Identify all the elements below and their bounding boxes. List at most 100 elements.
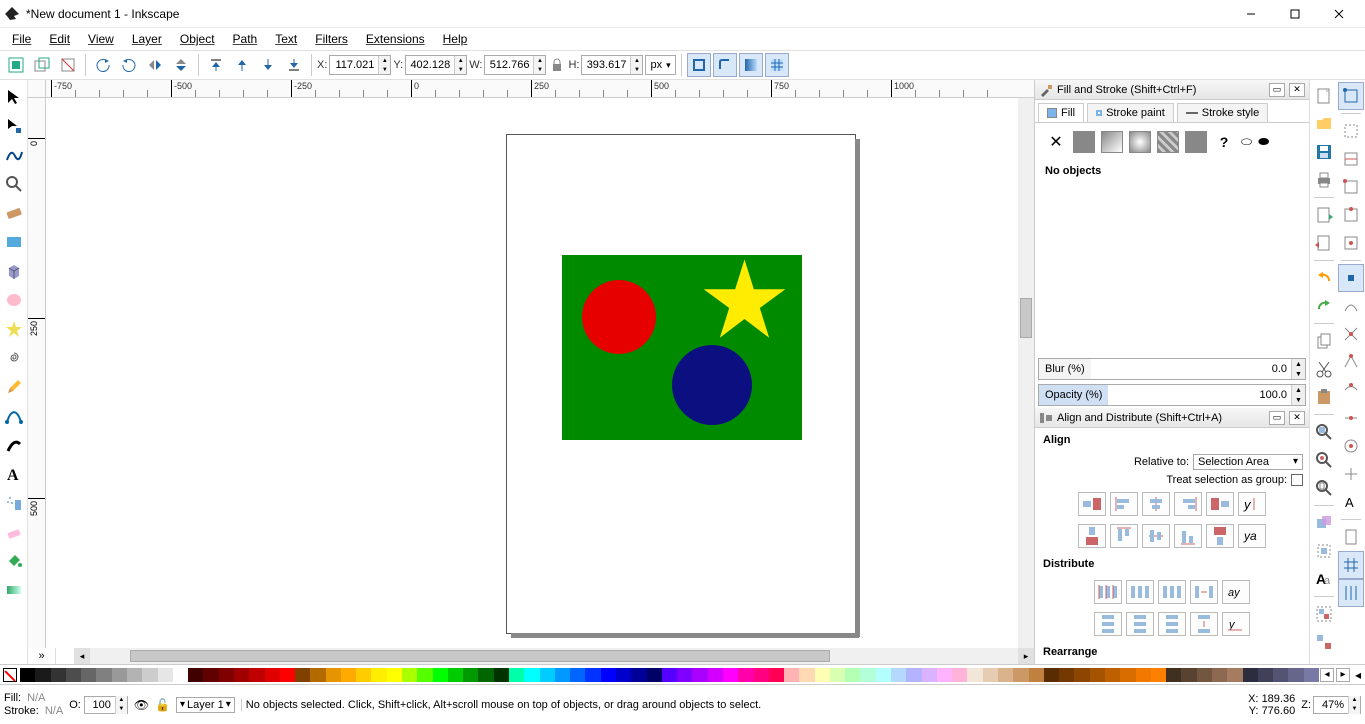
palette-color[interactable] [769, 668, 784, 682]
palette-color[interactable] [280, 668, 295, 682]
palette-color[interactable] [952, 668, 967, 682]
zoom-selection-button[interactable] [1311, 418, 1337, 446]
snap-text-button[interactable]: A [1338, 488, 1364, 516]
palette-color[interactable] [433, 668, 448, 682]
horizontal-scrollbar[interactable]: ◂▸ [74, 648, 1034, 664]
palette-color[interactable] [1013, 668, 1028, 682]
snap-node-button[interactable] [1338, 264, 1364, 292]
fill-pattern-button[interactable] [1157, 131, 1179, 153]
menu-help[interactable]: Help [435, 30, 476, 48]
snap-guide-button[interactable] [1338, 579, 1364, 607]
deselect-button[interactable] [56, 53, 80, 77]
h-input[interactable]: 393.617 ▲▼ [581, 55, 643, 75]
panel-close-button[interactable]: ✕ [1289, 411, 1305, 425]
zoom-tool[interactable] [1, 169, 27, 198]
palette-color[interactable] [815, 668, 830, 682]
align-right-button[interactable] [1174, 492, 1202, 516]
snap-center-button[interactable] [1338, 432, 1364, 460]
snap-bbox-edge-button[interactable] [1338, 145, 1364, 173]
text-tool[interactable]: A [1, 459, 27, 488]
snap-smooth-button[interactable] [1338, 376, 1364, 404]
flip-v-button[interactable] [169, 53, 193, 77]
palette-color[interactable] [860, 668, 875, 682]
palette-color[interactable] [830, 668, 845, 682]
palette-color[interactable] [249, 668, 264, 682]
ungroup-button[interactable] [1311, 628, 1337, 656]
dist-top-button[interactable] [1094, 612, 1122, 636]
align-center-v-button[interactable] [1142, 524, 1170, 548]
tab-stroke-style[interactable]: Stroke style [1177, 103, 1268, 122]
palette-color[interactable] [219, 668, 234, 682]
align-top-out-button[interactable] [1078, 524, 1106, 548]
panel-close-button[interactable]: ✕ [1289, 83, 1305, 97]
palette-color[interactable] [570, 668, 585, 682]
selector-tool[interactable] [1, 82, 27, 111]
palette-color[interactable] [1304, 668, 1319, 682]
palette-color[interactable] [601, 668, 616, 682]
palette-scroll-right[interactable]: ▸ [1336, 668, 1350, 682]
layer-lock-icon[interactable]: 🔓 [155, 698, 170, 712]
dist-text-v-button[interactable]: y [1222, 612, 1250, 636]
zoom-drawing-button[interactable] [1311, 446, 1337, 474]
panel-minimize-button[interactable]: ▭ [1269, 411, 1285, 425]
measure-tool[interactable] [1, 198, 27, 227]
palette-color[interactable] [265, 668, 280, 682]
palette-color[interactable] [173, 668, 188, 682]
snap-page-button[interactable] [1338, 523, 1364, 551]
bezier-tool[interactable] [1, 401, 27, 430]
blur-field[interactable]: Blur (%) 0.0 ▲▼ [1038, 358, 1306, 380]
layer-select[interactable]: ▾ Layer 1 ▾ [176, 697, 235, 713]
palette-color[interactable] [494, 668, 509, 682]
gradient-tool[interactable] [1, 575, 27, 604]
palette-color[interactable] [402, 668, 417, 682]
lower-bottom-button[interactable] [282, 53, 306, 77]
canvas[interactable] [46, 98, 1018, 648]
palette-color[interactable] [356, 668, 371, 682]
palette-color[interactable] [81, 668, 96, 682]
vertical-ruler[interactable]: 0250500 [28, 98, 46, 648]
palette-color[interactable] [1258, 668, 1273, 682]
palette-scroll-left[interactable]: ◂ [1320, 668, 1334, 682]
snap-bbox-center-button[interactable] [1338, 229, 1364, 257]
palette-color[interactable] [784, 668, 799, 682]
status-opacity-input[interactable]: 100 ▲▼ [84, 696, 128, 714]
palette-color[interactable] [723, 668, 738, 682]
affect-pattern-button[interactable] [765, 53, 789, 77]
palette-color[interactable] [845, 668, 860, 682]
palette-color[interactable] [876, 668, 891, 682]
palette-color[interactable] [1044, 668, 1059, 682]
circle-tool[interactable] [1, 285, 27, 314]
align-top-button[interactable] [1110, 524, 1138, 548]
copy-button[interactable] [1311, 327, 1337, 355]
y-input[interactable]: 402.128 ▲▼ [405, 55, 467, 75]
palette-color[interactable] [112, 668, 127, 682]
palette-color[interactable] [1166, 668, 1181, 682]
snap-cusp-button[interactable] [1338, 348, 1364, 376]
canvas-shape[interactable] [672, 345, 752, 425]
node-tool[interactable] [1, 111, 27, 140]
snap-bbox-corner-button[interactable] [1338, 173, 1364, 201]
palette-color[interactable] [708, 668, 723, 682]
box3d-tool[interactable] [1, 256, 27, 285]
save-button[interactable] [1311, 138, 1337, 166]
dist-right-button[interactable] [1158, 580, 1186, 604]
import-button[interactable] [1311, 201, 1337, 229]
palette-color[interactable] [463, 668, 478, 682]
open-button[interactable] [1311, 110, 1337, 138]
dist-left-button[interactable] [1094, 580, 1122, 604]
palette-color[interactable] [448, 668, 463, 682]
palette-color[interactable] [1090, 668, 1105, 682]
snap-grid-button[interactable] [1338, 551, 1364, 579]
palette-color[interactable] [295, 668, 310, 682]
snap-intersection-button[interactable] [1338, 320, 1364, 348]
palette-color[interactable] [478, 668, 493, 682]
snap-path-button[interactable] [1338, 292, 1364, 320]
snap-bbox-mid-button[interactable] [1338, 201, 1364, 229]
snap-midpoint-button[interactable] [1338, 404, 1364, 432]
relative-to-select[interactable]: Selection Area [1193, 454, 1303, 470]
menu-extensions[interactable]: Extensions [358, 30, 433, 48]
palette-color[interactable] [20, 668, 35, 682]
align-left-out-button[interactable] [1078, 492, 1106, 516]
align-right-out-button[interactable] [1206, 492, 1234, 516]
menu-view[interactable]: View [80, 30, 122, 48]
